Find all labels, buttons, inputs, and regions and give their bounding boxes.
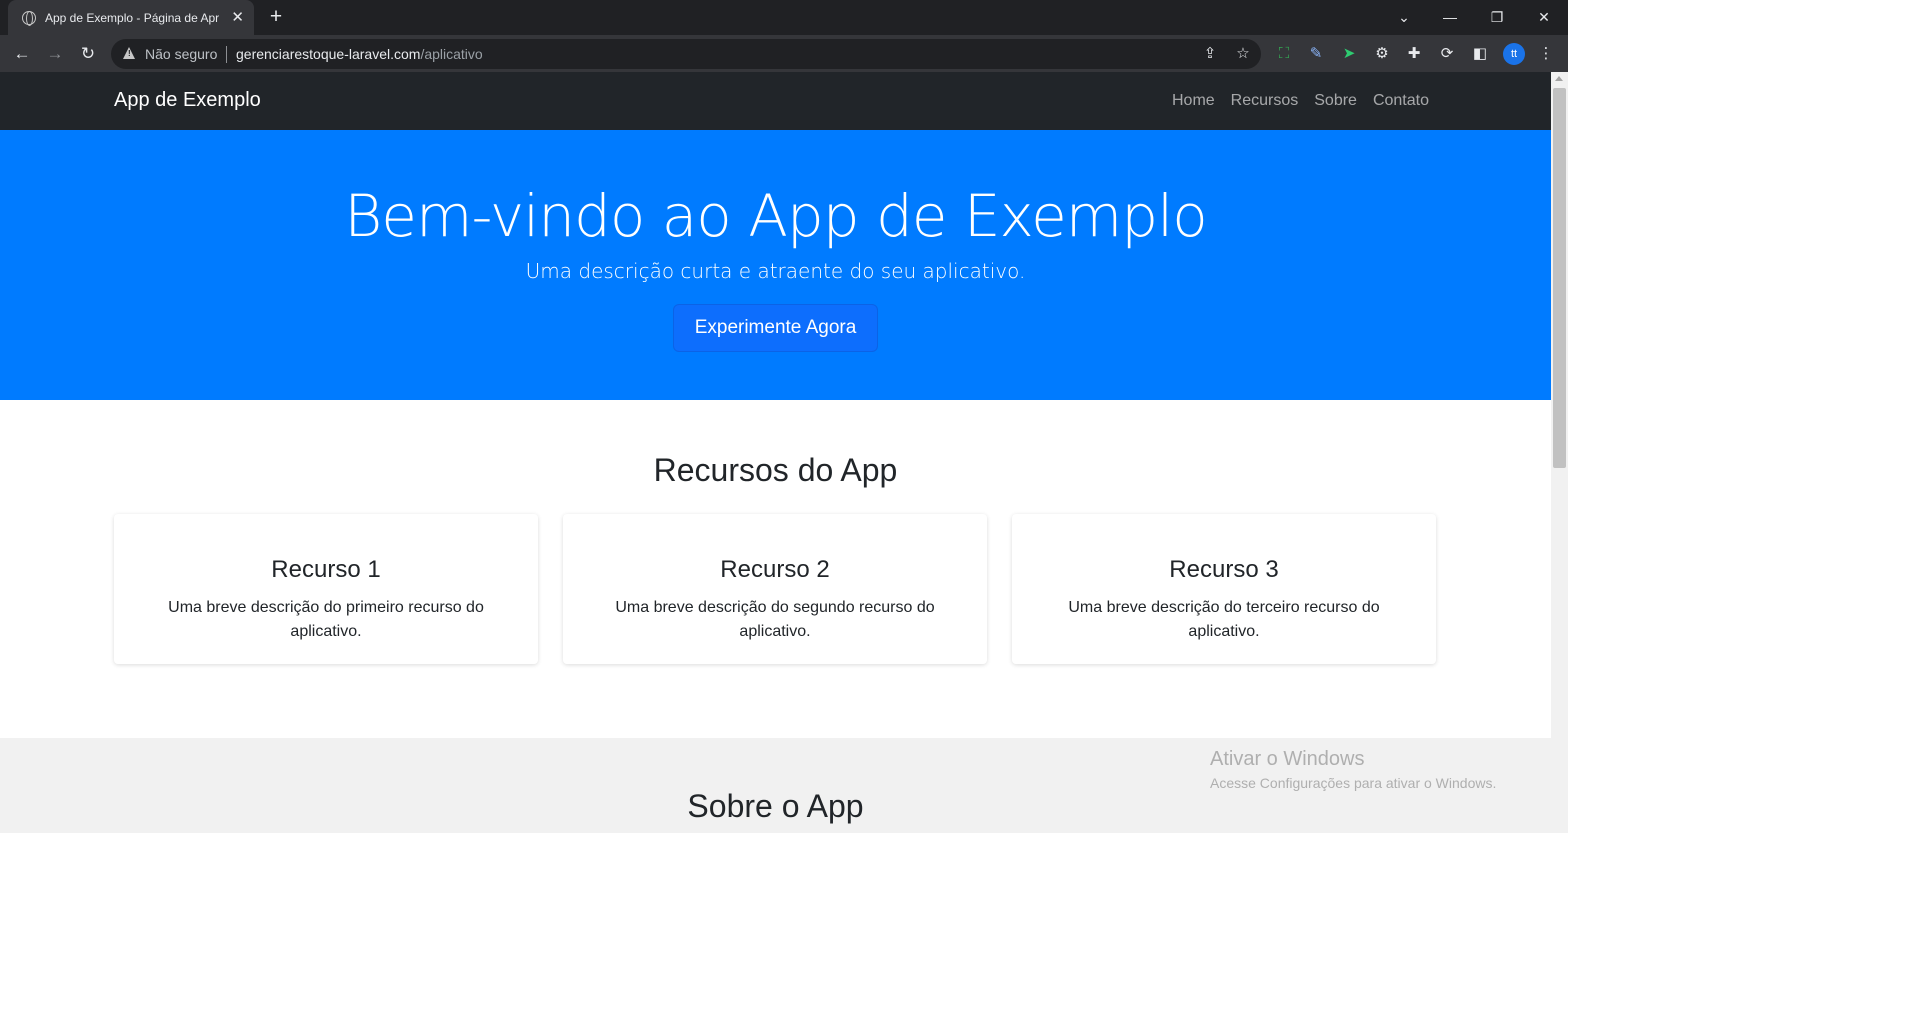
minimize-icon[interactable]: —: [1438, 6, 1462, 28]
feature-card-text: Uma breve descrição do segundo recurso d…: [615, 599, 935, 640]
navbar-links: Home Recursos Sobre Contato: [1172, 92, 1429, 110]
feature-card-text: Uma breve descrição do primeiro recurso …: [168, 599, 484, 640]
side-panel-icon[interactable]: ◧: [1470, 44, 1490, 64]
about-heading: Sobre o App: [687, 788, 864, 824]
watermark-subtitle: Acesse Configurações para ativar o Windo…: [1210, 775, 1497, 791]
windows-activation-watermark: Ativar o Windows Acesse Configurações pa…: [1210, 748, 1496, 791]
feature-card-text: Uma breve descrição do terceiro recurso …: [1068, 599, 1380, 640]
new-tab-button[interactable]: +: [266, 5, 286, 29]
globe-icon: [22, 10, 36, 26]
feature-card-title: Recurso 2: [720, 556, 830, 583]
nav-link-contato[interactable]: Contato: [1373, 92, 1429, 110]
menu-kebab-icon[interactable]: ⋮: [1536, 44, 1556, 64]
eyedropper-extension-icon[interactable]: ✎: [1306, 44, 1326, 64]
scroll-up-icon[interactable]: [1555, 76, 1563, 81]
browser-tab[interactable]: App de Exemplo - Página de Apr ✕: [8, 0, 254, 35]
scrollbar-thumb[interactable]: [1553, 88, 1566, 468]
feature-card-title: Recurso 1: [271, 556, 381, 583]
features-section: Recursos do App Recurso 1 Uma breve desc…: [0, 400, 1551, 738]
page-scrollbar[interactable]: [1551, 72, 1568, 833]
reload-icon[interactable]: ↻: [76, 42, 100, 66]
nav-link-sobre[interactable]: Sobre: [1314, 92, 1357, 110]
feature-card: Recurso 2 Uma breve descrição do segundo…: [563, 514, 987, 664]
feature-card: Recurso 1 Uma breve descrição do primeir…: [114, 514, 538, 664]
divider: [226, 46, 227, 63]
url-path: /aplicativo: [420, 46, 483, 62]
url-host: gerenciarestoque-laravel.com: [236, 46, 421, 62]
tab-strip: App de Exemplo - Página de Apr ✕ + ⌄ — ❐…: [0, 0, 1568, 35]
address-bar[interactable]: Não seguro gerenciarestoque-laravel.com/…: [111, 39, 1261, 69]
hero-section: Bem-vindo ao App de Exemplo Uma descriçã…: [0, 130, 1551, 400]
back-arrow-icon[interactable]: ←: [10, 42, 34, 66]
warning-icon[interactable]: [123, 47, 135, 59]
bird-extension-icon[interactable]: ➤: [1339, 44, 1359, 64]
navbar-brand[interactable]: App de Exemplo: [114, 89, 261, 112]
bookmark-star-icon[interactable]: ☆: [1234, 45, 1252, 63]
tab-search-icon[interactable]: ⌄: [1392, 6, 1416, 28]
forward-arrow-icon[interactable]: →: [43, 42, 67, 66]
restore-icon[interactable]: ❐: [1485, 6, 1509, 28]
nav-link-recursos[interactable]: Recursos: [1231, 92, 1299, 110]
screenshot-extension-icon[interactable]: ⛶: [1274, 44, 1294, 64]
url-text[interactable]: gerenciarestoque-laravel.com/aplicativo: [236, 46, 483, 62]
site-navbar: App de Exemplo Home Recursos Sobre Conta…: [0, 72, 1551, 130]
close-window-icon[interactable]: ✕: [1532, 6, 1556, 28]
feature-card-title: Recurso 3: [1169, 556, 1279, 583]
tab-title: App de Exemplo - Página de Apr: [45, 10, 220, 25]
sync-extension-icon[interactable]: ⟳: [1437, 44, 1457, 64]
page-viewport: App de Exemplo Home Recursos Sobre Conta…: [0, 72, 1551, 833]
features-heading: Recursos do App: [653, 452, 898, 488]
security-label[interactable]: Não seguro: [145, 46, 217, 62]
nav-link-home[interactable]: Home: [1172, 92, 1215, 110]
close-tab-icon[interactable]: ✕: [231, 10, 244, 25]
hero-subtitle: Uma descrição curta e atraente do seu ap…: [525, 259, 1026, 283]
profile-avatar[interactable]: tt: [1503, 43, 1525, 65]
gear-extension-icon[interactable]: ⚙: [1372, 44, 1392, 64]
puzzle-extensions-icon[interactable]: ✚: [1404, 44, 1424, 64]
watermark-title: Ativar o Windows: [1210, 748, 1365, 770]
browser-toolbar: ← → ↻ Não seguro gerenciarestoque-larave…: [0, 35, 1568, 72]
feature-card: Recurso 3 Uma breve descrição do terceir…: [1012, 514, 1436, 664]
share-icon[interactable]: ⇪: [1201, 45, 1219, 63]
try-now-button[interactable]: Experimente Agora: [673, 304, 878, 352]
hero-title: Bem-vindo ao App de Exemplo: [344, 182, 1207, 250]
